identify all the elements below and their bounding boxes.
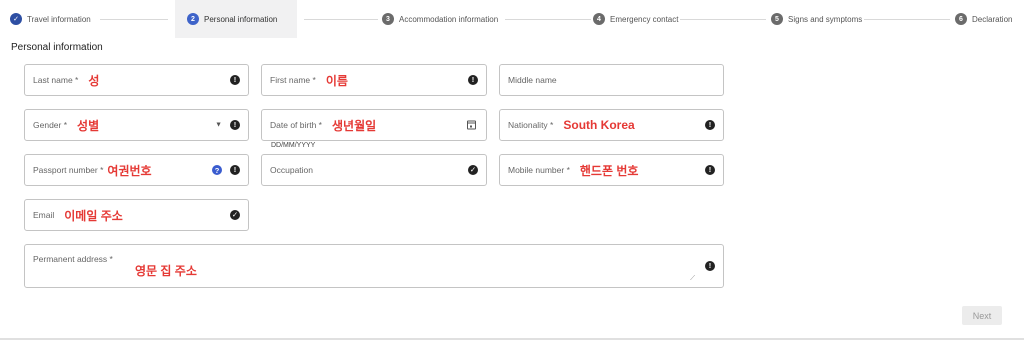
- help-icon[interactable]: ?: [212, 165, 222, 175]
- field-value: 이름: [325, 73, 348, 88]
- nationality-field[interactable]: Nationality * South Korea !: [499, 109, 724, 141]
- field-value: 성별: [77, 118, 100, 133]
- step-connector: [680, 19, 766, 20]
- step-label: Travel information: [27, 14, 91, 24]
- step-connector: [505, 19, 591, 20]
- check-circle-icon: ✓: [230, 210, 240, 220]
- field-value: 영문 집 주소: [135, 264, 197, 278]
- step-number: 6: [955, 13, 967, 25]
- step-number: 2: [187, 13, 199, 25]
- date-format-hint: DD/MM/YYYY: [271, 142, 316, 149]
- field-label: Passport number *: [33, 165, 104, 175]
- field-label: Date of birth *: [270, 120, 322, 130]
- section-title: Personal information: [11, 42, 103, 53]
- occupation-field[interactable]: Occupation ✓: [261, 154, 487, 186]
- step-signs-and-symptoms[interactable]: 5 Signs and symptoms: [771, 0, 862, 38]
- check-circle-icon: ✓: [468, 165, 478, 175]
- progress-stepper: ✓ Travel information 2 Personal informat…: [0, 0, 1024, 38]
- alert-icon: !: [230, 165, 240, 175]
- alert-icon: !: [705, 120, 715, 130]
- field-value: 생년월일: [331, 118, 377, 133]
- step-personal-information[interactable]: 2 Personal information: [175, 0, 297, 38]
- field-value: 핸드폰 번호: [579, 163, 639, 178]
- field-value: 여권번호: [107, 163, 152, 178]
- step-emergency-contact[interactable]: 4 Emergency contact: [593, 0, 678, 38]
- field-value: 성: [88, 73, 100, 88]
- field-label: Mobile number *: [508, 165, 570, 175]
- calendar-icon[interactable]: [467, 120, 476, 130]
- field-label: Occupation: [270, 165, 313, 175]
- step-number: 5: [771, 13, 783, 25]
- field-label: Middle name: [508, 75, 557, 85]
- field-value: South Korea: [563, 118, 635, 132]
- step-connector: [100, 19, 168, 20]
- step-label: Personal information: [204, 14, 278, 24]
- alert-icon: !: [230, 75, 240, 85]
- step-declaration[interactable]: 6 Declaration: [955, 0, 1012, 38]
- step-number: 4: [593, 13, 605, 25]
- field-label: Gender *: [33, 120, 68, 130]
- email-field[interactable]: Email 이메일 주소 ✓: [24, 199, 249, 231]
- permanent-address-textarea[interactable]: Permanent address * 영문 집 주소 ⟋ !: [24, 244, 724, 288]
- alert-icon: !: [230, 120, 240, 130]
- last-name-field[interactable]: Last name * 성 !: [24, 64, 249, 96]
- date-of-birth-field[interactable]: Date of birth * 생년월일: [261, 109, 487, 141]
- chevron-down-icon[interactable]: ▼: [215, 122, 222, 129]
- step-connector: [864, 19, 950, 20]
- field-label: Last name *: [33, 75, 79, 85]
- check-icon: ✓: [10, 13, 22, 25]
- middle-name-field[interactable]: Middle name: [499, 64, 724, 96]
- mobile-number-field[interactable]: Mobile number * 핸드폰 번호 !: [499, 154, 724, 186]
- alert-icon: !: [468, 75, 478, 85]
- passport-number-field[interactable]: Passport number * 여권번호 ? !: [24, 154, 249, 186]
- next-button[interactable]: Next: [962, 306, 1002, 325]
- step-connector: [304, 19, 378, 20]
- first-name-field[interactable]: First name * 이름 !: [261, 64, 487, 96]
- field-label: Nationality *: [508, 120, 554, 130]
- field-label: Email: [33, 210, 55, 220]
- step-accommodation-information[interactable]: 3 Accommodation information: [382, 0, 498, 38]
- step-label: Signs and symptoms: [788, 14, 863, 24]
- alert-icon: !: [705, 165, 715, 175]
- field-label: Permanent address *: [33, 254, 113, 264]
- step-travel-information[interactable]: ✓ Travel information: [10, 0, 91, 38]
- step-label: Accommodation information: [399, 14, 499, 24]
- gender-select[interactable]: Gender * 성별 ▼ !: [24, 109, 249, 141]
- field-label: First name *: [270, 75, 316, 85]
- resize-handle-icon[interactable]: ⟋: [690, 275, 695, 283]
- field-value: 이메일 주소: [64, 208, 123, 223]
- step-label: Emergency contact: [610, 14, 679, 24]
- step-number: 3: [382, 13, 394, 25]
- alert-icon: !: [705, 261, 715, 271]
- step-label: Declaration: [972, 14, 1013, 24]
